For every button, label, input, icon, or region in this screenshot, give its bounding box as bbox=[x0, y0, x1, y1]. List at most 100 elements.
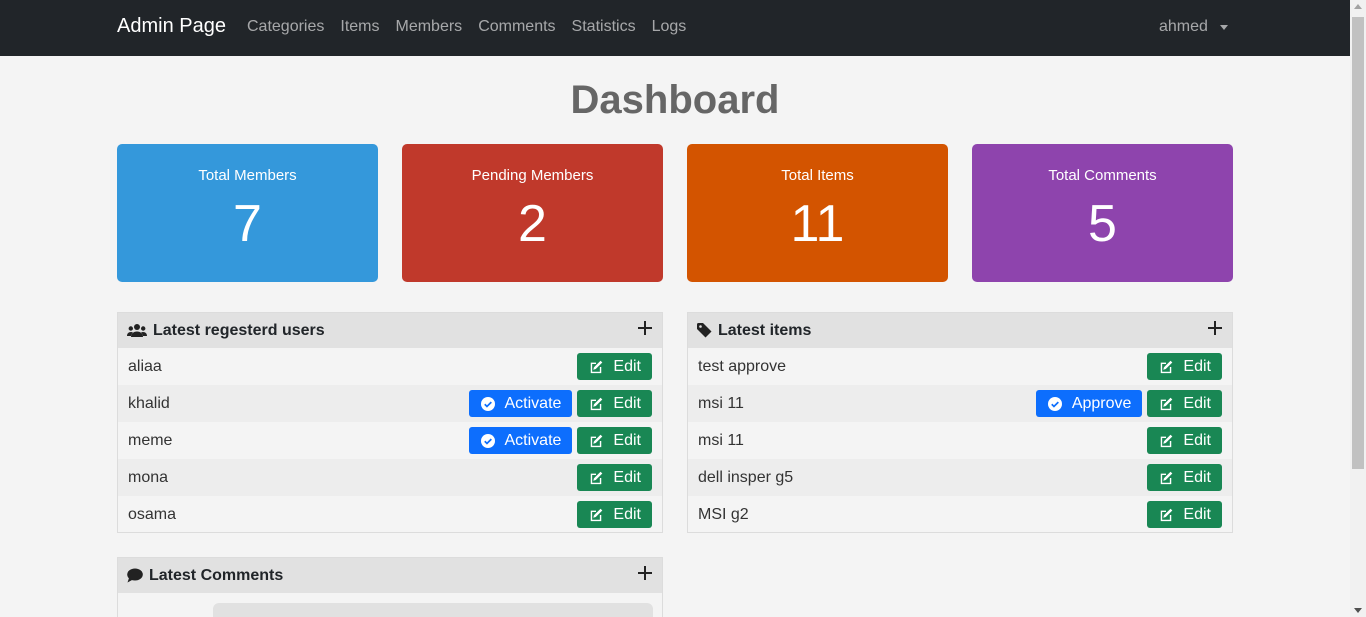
scroll-thumb[interactable] bbox=[1352, 17, 1364, 469]
button-label: Edit bbox=[613, 357, 641, 375]
plus-icon[interactable] bbox=[638, 321, 652, 335]
edit-icon bbox=[589, 434, 608, 448]
stat-total-items: Total Items 11 bbox=[687, 144, 948, 282]
top-navbar: Admin Page Categories Items Members Comm… bbox=[0, 0, 1350, 56]
plus-icon[interactable] bbox=[638, 566, 652, 580]
button-label: Edit bbox=[613, 394, 641, 412]
plus-icon[interactable] bbox=[1208, 321, 1222, 335]
row-actions: Edit bbox=[1147, 427, 1222, 454]
edit-icon bbox=[589, 471, 608, 485]
list-item: khalid Activate Edit bbox=[118, 385, 662, 422]
check-circle-icon bbox=[480, 396, 500, 411]
panel-title: Latest regesterd users bbox=[153, 321, 325, 339]
check-circle-icon bbox=[1047, 396, 1067, 411]
list-item: meme Activate Edit bbox=[118, 422, 662, 459]
edit-button[interactable]: Edit bbox=[577, 464, 652, 491]
stat-value[interactable]: 7 bbox=[117, 192, 378, 256]
nav-link-members[interactable]: Members bbox=[388, 18, 471, 36]
button-label: Edit bbox=[1183, 357, 1211, 375]
row-actions: Edit bbox=[577, 353, 652, 380]
check-circle-icon bbox=[480, 433, 500, 448]
edit-icon bbox=[1159, 508, 1178, 522]
user-name: ahmed bbox=[1159, 18, 1208, 35]
brand-link[interactable]: Admin Page bbox=[117, 15, 226, 38]
button-label: Edit bbox=[1183, 505, 1211, 523]
row-actions: Edit bbox=[1147, 353, 1222, 380]
nav-links: Categories Items Members Comments Statis… bbox=[239, 18, 694, 36]
button-label: Edit bbox=[1183, 431, 1211, 449]
list-item: osama Edit bbox=[118, 496, 662, 533]
panel-heading: Latest regesterd users bbox=[118, 313, 662, 348]
nav-link-logs[interactable]: Logs bbox=[644, 18, 695, 36]
nav-link-statistics[interactable]: Statistics bbox=[564, 18, 644, 36]
list-item: msi 11 Edit bbox=[688, 422, 1232, 459]
row-actions: Edit bbox=[1147, 464, 1222, 491]
stat-pending-members: Pending Members 2 bbox=[402, 144, 663, 282]
button-label: Edit bbox=[613, 468, 641, 486]
list-item: msi 11 Approve Edit bbox=[688, 385, 1232, 422]
nav-link-items[interactable]: Items bbox=[332, 18, 387, 36]
comment-icon bbox=[127, 568, 143, 583]
item-name: mona bbox=[128, 468, 169, 486]
scroll-down-arrow-icon[interactable] bbox=[1354, 608, 1362, 613]
edit-button[interactable]: Edit bbox=[1147, 390, 1222, 417]
list-item: test approve Edit bbox=[688, 348, 1232, 385]
comment-bubble bbox=[213, 603, 653, 617]
stat-label: Pending Members bbox=[471, 167, 594, 184]
edit-button[interactable]: Edit bbox=[1147, 464, 1222, 491]
chevron-down-icon bbox=[1219, 24, 1228, 30]
item-name: khalid bbox=[128, 394, 170, 412]
latest-items-panel: Latest items test approve Edit msi 11 Appro… bbox=[687, 312, 1233, 533]
activate-button[interactable]: Activate bbox=[468, 427, 573, 454]
row-actions: Activate Edit bbox=[468, 390, 652, 417]
vertical-scrollbar[interactable] bbox=[1350, 0, 1366, 617]
stat-value[interactable]: 5 bbox=[972, 192, 1233, 256]
stat-total-comments: Total Comments 5 bbox=[972, 144, 1233, 282]
button-label: Edit bbox=[1183, 468, 1211, 486]
row-actions: Edit bbox=[577, 501, 652, 528]
stat-total-members: Total Members 7 bbox=[117, 144, 378, 282]
panel-title: Latest items bbox=[718, 321, 812, 339]
list-item: dell insper g5 Edit bbox=[688, 459, 1232, 496]
item-name: osama bbox=[128, 505, 177, 523]
stat-value[interactable]: 2 bbox=[402, 192, 663, 256]
edit-button[interactable]: Edit bbox=[577, 427, 652, 454]
item-name: MSI g2 bbox=[698, 505, 749, 523]
item-name: test approve bbox=[698, 357, 787, 375]
edit-button[interactable]: Edit bbox=[577, 501, 652, 528]
edit-button[interactable]: Edit bbox=[577, 390, 652, 417]
row-actions: Edit bbox=[577, 464, 652, 491]
stat-label: Total Items bbox=[781, 167, 854, 184]
nav-link-comments[interactable]: Comments bbox=[470, 18, 563, 36]
panel-heading: Latest Comments bbox=[118, 558, 662, 593]
users-icon bbox=[127, 323, 147, 339]
item-name: aliaa bbox=[128, 357, 162, 375]
approve-button[interactable]: Approve bbox=[1035, 390, 1143, 417]
item-name: msi 11 bbox=[698, 431, 744, 449]
button-label: Edit bbox=[1183, 394, 1211, 412]
stat-value[interactable]: 11 bbox=[687, 192, 948, 256]
list-item: aliaa Edit bbox=[118, 348, 662, 385]
edit-button[interactable]: Edit bbox=[1147, 353, 1222, 380]
edit-icon bbox=[589, 397, 608, 411]
edit-icon bbox=[589, 508, 608, 522]
row-actions: Approve Edit bbox=[1035, 390, 1222, 417]
button-label: Edit bbox=[613, 431, 641, 449]
stat-label: Total Members bbox=[198, 167, 297, 184]
edit-button[interactable]: Edit bbox=[1147, 501, 1222, 528]
edit-icon bbox=[1159, 360, 1178, 374]
activate-button[interactable]: Activate bbox=[468, 390, 573, 417]
edit-button[interactable]: Edit bbox=[577, 353, 652, 380]
edit-button[interactable]: Edit bbox=[1147, 427, 1222, 454]
latest-comments-panel: Latest Comments bbox=[117, 557, 663, 617]
scroll-up-arrow-icon[interactable] bbox=[1354, 4, 1362, 9]
button-label: Activate bbox=[504, 431, 562, 449]
edit-icon bbox=[1159, 471, 1178, 485]
button-label: Edit bbox=[613, 505, 641, 523]
item-name: dell insper g5 bbox=[698, 468, 794, 486]
page-title: Dashboard bbox=[570, 78, 780, 122]
nav-link-categories[interactable]: Categories bbox=[239, 18, 332, 36]
edit-icon bbox=[589, 360, 608, 374]
tag-icon bbox=[697, 323, 712, 338]
user-dropdown[interactable]: ahmed bbox=[1159, 18, 1228, 36]
